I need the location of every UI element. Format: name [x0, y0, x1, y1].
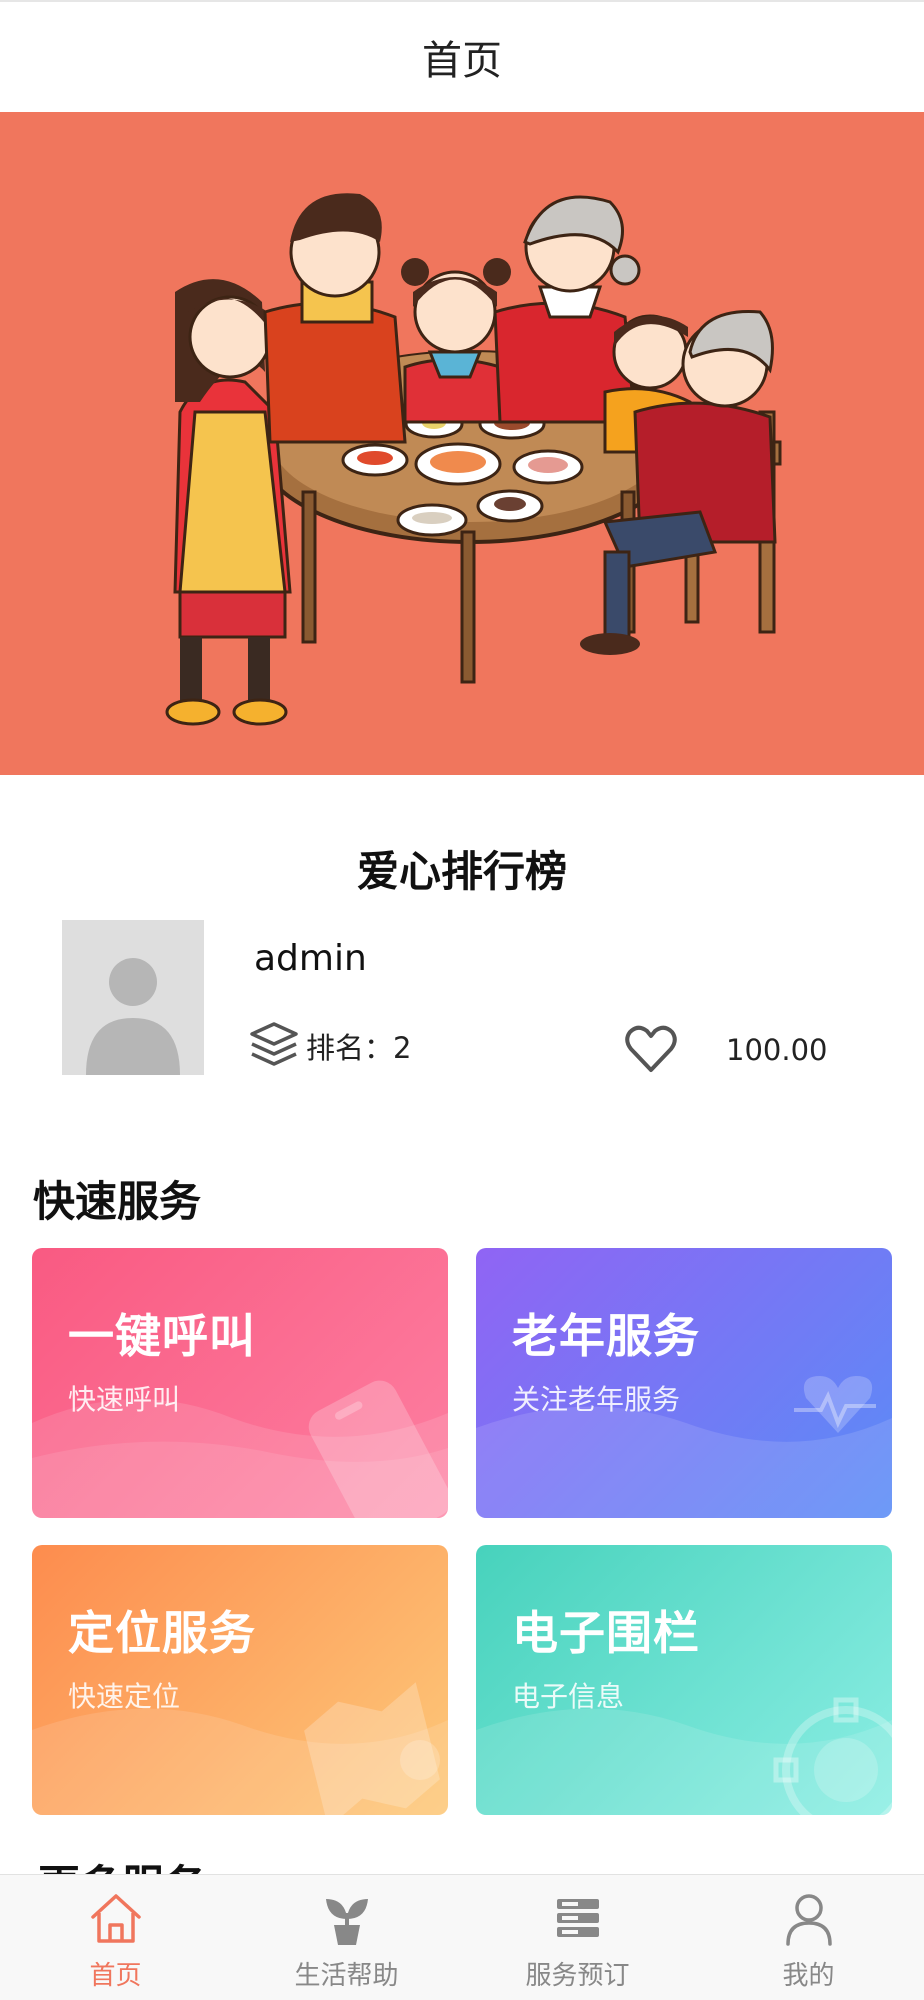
tab-mine[interactable]: 我的: [693, 1875, 924, 2000]
tab-life-help[interactable]: 生活帮助: [231, 1875, 462, 2000]
card-subtitle: 快速定位: [68, 1680, 181, 1713]
tab-label: 生活帮助: [294, 1961, 399, 1991]
leaderboard-title: 爱心排行榜: [356, 847, 567, 896]
tab-label: 服务预订: [525, 1961, 630, 1991]
card-subtitle: 电子信息: [512, 1680, 625, 1713]
plant-icon: [325, 1899, 368, 1945]
tab-service-booking[interactable]: 服务预订: [462, 1875, 693, 2000]
tab-bar: 首页 生活帮助 服务预订 我的: [0, 1874, 924, 2000]
nav-bar: 首页: [0, 0, 924, 112]
quick-services-title: 快速服务: [33, 1177, 202, 1226]
username: admin: [254, 938, 367, 979]
heart-icon: [625, 1025, 677, 1072]
location-service-card[interactable]: 定位服务 快速定位: [32, 1545, 448, 1815]
score-value: 100.00: [726, 1033, 828, 1067]
one-key-call-card[interactable]: 一键呼叫 快速呼叫: [32, 1248, 448, 1518]
family-dinner-illustration: [165, 193, 782, 726]
tab-label: 首页: [89, 1961, 142, 1991]
layers-icon: [250, 1022, 298, 1066]
avatar[interactable]: [62, 920, 204, 1075]
person-placeholder-icon: [62, 920, 204, 1075]
tab-home[interactable]: 首页: [0, 1875, 231, 2000]
card-subtitle: 快速呼叫: [68, 1383, 181, 1416]
geofence-card[interactable]: 电子围栏 电子信息: [476, 1545, 892, 1815]
rank-label: 排名：2: [306, 1031, 412, 1065]
card-title: 一键呼叫: [68, 1309, 256, 1363]
card-subtitle: 关注老年服务: [512, 1383, 681, 1416]
card-title: 电子围栏: [512, 1606, 700, 1660]
card-title: 定位服务: [68, 1606, 256, 1660]
server-icon: [556, 1899, 599, 1937]
person-icon: [785, 1894, 832, 1946]
rank-row: 排名：2: [246, 1016, 411, 1076]
tab-label: 我的: [782, 1961, 835, 1991]
card-title: 老年服务: [512, 1309, 700, 1363]
page-title: 首页: [422, 38, 502, 84]
banner[interactable]: [0, 112, 924, 775]
home-icon: [90, 1894, 141, 1943]
elderly-service-card[interactable]: 老年服务 关注老年服务: [476, 1248, 892, 1518]
